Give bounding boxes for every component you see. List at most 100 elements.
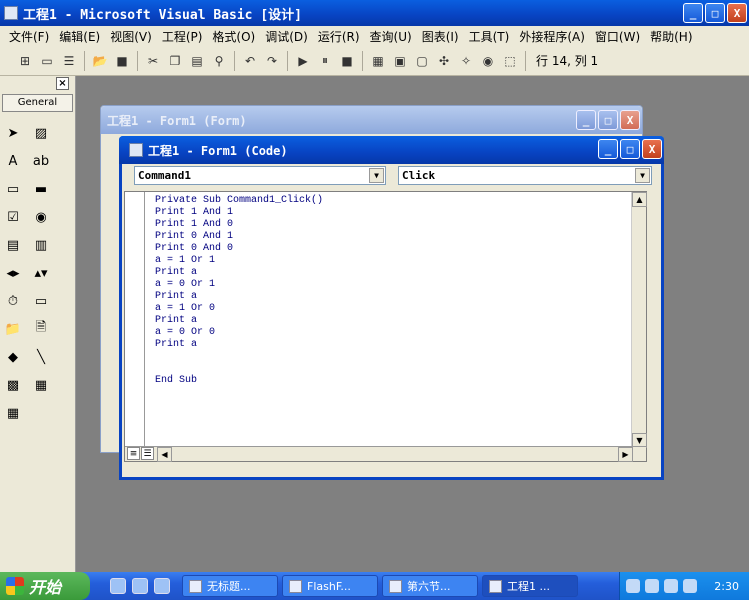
- project-explorer-icon[interactable]: ▦: [368, 51, 388, 71]
- filelistbox-tool-icon[interactable]: 🗎: [30, 318, 52, 340]
- taskbar-item-notepad[interactable]: 无标题...: [182, 575, 278, 597]
- line-tool-icon[interactable]: ╲: [30, 346, 52, 368]
- stop-icon[interactable]: ■: [337, 51, 357, 71]
- checkbox-tool-icon[interactable]: ☑: [2, 206, 24, 228]
- pause-icon[interactable]: ⏸: [315, 51, 335, 71]
- form-minimize-button[interactable]: _: [576, 110, 596, 130]
- toolbar-separator: [137, 50, 138, 71]
- code-text[interactable]: Private Sub Command1_Click() Print 1 And…: [155, 195, 323, 387]
- commandbutton-tool-icon[interactable]: ▬: [30, 178, 52, 200]
- save-icon[interactable]: ■: [112, 51, 132, 71]
- menu-debug[interactable]: 调试(D): [260, 28, 313, 45]
- object-combo[interactable]: Command1 ▼: [134, 166, 386, 185]
- data-view-icon[interactable]: ◉: [478, 51, 498, 71]
- paste-icon[interactable]: ▤: [187, 51, 207, 71]
- taskbar-item-flash[interactable]: FlashF...: [282, 575, 378, 597]
- toolbox-icon[interactable]: ✧: [456, 51, 476, 71]
- taskbar-item-word[interactable]: 第六节...: [382, 575, 478, 597]
- language-icon[interactable]: [645, 579, 659, 593]
- label-tool-icon[interactable]: A: [2, 150, 24, 172]
- volume-icon[interactable]: [683, 579, 697, 593]
- form-layout-icon[interactable]: ▢: [412, 51, 432, 71]
- data-tool-icon[interactable]: ▦: [30, 374, 52, 396]
- menu-tools[interactable]: 工具(T): [464, 28, 515, 45]
- hscrollbar-tool-icon[interactable]: ◂▸: [2, 262, 24, 284]
- undo-icon[interactable]: ↶: [240, 51, 260, 71]
- code-maximize-button[interactable]: □: [620, 139, 640, 159]
- picturebox-tool-icon[interactable]: ▨: [30, 122, 52, 144]
- menu-addins[interactable]: 外接程序(A): [514, 28, 590, 45]
- add-form-icon[interactable]: ▭: [37, 51, 57, 71]
- menu-project[interactable]: 工程(P): [157, 28, 208, 45]
- textbox-tool-icon[interactable]: ab: [30, 150, 52, 172]
- keyboard-icon[interactable]: [626, 579, 640, 593]
- scroll-left-icon[interactable]: ◀: [157, 447, 172, 462]
- form-maximize-button[interactable]: □: [598, 110, 618, 130]
- toolbox-tab-general[interactable]: General: [2, 94, 73, 112]
- horizontal-scrollbar[interactable]: ≡ ☰ ◀ ▶: [125, 446, 646, 462]
- minimize-button[interactable]: _: [683, 3, 703, 23]
- taskbar-item-label: 无标题...: [207, 580, 251, 593]
- chevron-down-icon[interactable]: ▼: [369, 168, 384, 183]
- menu-query[interactable]: 查询(U): [365, 28, 417, 45]
- ie-icon[interactable]: [110, 578, 126, 594]
- find-icon[interactable]: ⚲: [209, 51, 229, 71]
- start-run-icon[interactable]: ▶: [293, 51, 313, 71]
- scroll-right-icon[interactable]: ▶: [618, 447, 633, 462]
- timer-tool-icon[interactable]: ⏱: [2, 290, 24, 312]
- app-title-bar: 工程1 - Microsoft Visual Basic [设计] _ □ X: [0, 0, 749, 26]
- redo-icon[interactable]: ↷: [262, 51, 282, 71]
- code-window: 工程1 - Form1 (Code) _ □ X Command1 ▼ Clic…: [119, 136, 664, 480]
- notepad-icon: [189, 579, 202, 593]
- maximize-button[interactable]: □: [705, 3, 725, 23]
- copy-icon[interactable]: ❐: [165, 51, 185, 71]
- object-browser-icon[interactable]: ✣: [434, 51, 454, 71]
- code-close-button[interactable]: X: [642, 139, 662, 159]
- menu-run[interactable]: 运行(R): [313, 28, 365, 45]
- procedure-view-icon[interactable]: ≡: [127, 447, 140, 460]
- listbox-tool-icon[interactable]: ▥: [30, 234, 52, 256]
- menu-edit[interactable]: 编辑(E): [54, 28, 105, 45]
- dirlistbox-tool-icon[interactable]: 📁: [2, 318, 24, 340]
- menu-diagram[interactable]: 图表(I): [417, 28, 464, 45]
- menu-editor-icon[interactable]: ☰: [59, 51, 79, 71]
- menu-view[interactable]: 视图(V): [105, 28, 157, 45]
- menu-format[interactable]: 格式(O): [207, 28, 260, 45]
- start-button[interactable]: 开始: [0, 572, 90, 600]
- form-close-button[interactable]: X: [620, 110, 640, 130]
- procedure-combo[interactable]: Click ▼: [398, 166, 652, 185]
- properties-window-icon[interactable]: ▣: [390, 51, 410, 71]
- taskbar-item-vb[interactable]: 工程1 ...: [482, 575, 578, 597]
- windows-logo-icon: [6, 577, 24, 595]
- network-icon[interactable]: [664, 579, 678, 593]
- code-minimize-button[interactable]: _: [598, 139, 618, 159]
- component-manager-icon[interactable]: ⬚: [500, 51, 520, 71]
- image-tool-icon[interactable]: ▩: [2, 374, 24, 396]
- ole-tool-icon[interactable]: ▦: [2, 402, 24, 424]
- cursor-position: 行 14, 列 1: [536, 54, 599, 68]
- toolbox-close-button[interactable]: ×: [56, 77, 69, 90]
- combobox-tool-icon[interactable]: ▤: [2, 234, 24, 256]
- full-module-view-icon[interactable]: ☰: [141, 447, 154, 460]
- menu-window[interactable]: 窗口(W): [590, 28, 645, 45]
- add-project-icon[interactable]: ⊞: [15, 51, 35, 71]
- vertical-scrollbar[interactable]: ▲ ▼: [631, 192, 647, 448]
- chevron-down-icon[interactable]: ▼: [635, 168, 650, 183]
- open-icon[interactable]: 📂: [90, 51, 110, 71]
- code-editor[interactable]: Private Sub Command1_Click() Print 1 And…: [124, 191, 647, 462]
- code-window-title: 工程1 - Form1 (Code): [148, 143, 288, 158]
- drivelistbox-tool-icon[interactable]: ▭: [30, 290, 52, 312]
- frame-tool-icon[interactable]: ▭: [2, 178, 24, 200]
- optionbutton-tool-icon[interactable]: ◉: [30, 206, 52, 228]
- toolbar-separator: [362, 50, 363, 71]
- menu-help[interactable]: 帮助(H): [645, 28, 697, 45]
- scroll-up-icon[interactable]: ▲: [632, 192, 647, 207]
- explorer-icon[interactable]: [132, 578, 148, 594]
- menu-file[interactable]: 文件(F): [4, 28, 54, 45]
- shape-tool-icon[interactable]: ◆: [2, 346, 24, 368]
- media-icon[interactable]: [154, 578, 170, 594]
- vscrollbar-tool-icon[interactable]: ▴▾: [30, 262, 52, 284]
- close-button[interactable]: X: [727, 3, 747, 23]
- cut-icon[interactable]: ✂: [143, 51, 163, 71]
- pointer-tool-icon[interactable]: ➤: [2, 122, 24, 144]
